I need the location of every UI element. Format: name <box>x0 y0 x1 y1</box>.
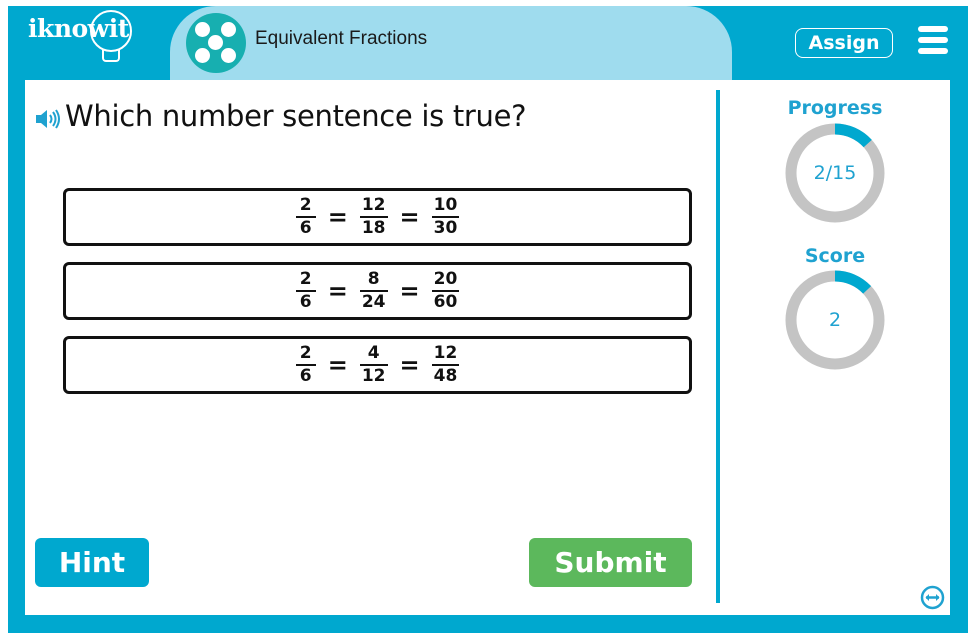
progress-value: 2/15 <box>813 162 857 184</box>
answer-option-3[interactable]: 26 = 4 12 = 12 48 <box>63 336 692 394</box>
equals-sign: = <box>327 351 348 379</box>
fraction: 10 30 <box>431 195 460 238</box>
lightbulb-base-icon <box>102 50 120 62</box>
five-dots-icon <box>186 13 246 73</box>
equals-sign: = <box>327 277 348 305</box>
fraction: 8 24 <box>359 269 388 312</box>
topic-title: Equivalent Fractions <box>255 28 428 49</box>
equals-sign: = <box>399 351 420 379</box>
number-sentence: 26 = 4 12 = 12 48 <box>295 343 460 386</box>
fraction: 12 18 <box>359 195 388 238</box>
expand-arrows-icon[interactable] <box>920 585 945 610</box>
fraction: 26 <box>295 196 316 238</box>
submit-button[interactable]: Submit <box>529 538 692 587</box>
fraction: 26 <box>295 344 316 386</box>
equals-sign: = <box>399 277 420 305</box>
score-value: 2 <box>828 309 842 331</box>
number-sentence: 26 = 8 24 = 20 60 <box>295 269 460 312</box>
lightbulb-icon <box>90 10 132 52</box>
hint-button[interactable]: Hint <box>35 538 149 587</box>
question-text: Which number sentence is true? <box>65 99 527 133</box>
progress-label: Progress <box>787 97 883 119</box>
speaker-icon[interactable] <box>35 108 61 130</box>
answer-option-1[interactable]: 26 = 12 18 = 10 30 <box>63 188 692 246</box>
fraction: 4 12 <box>359 343 388 386</box>
fraction: 20 60 <box>431 269 460 312</box>
score-label: Score <box>804 245 866 267</box>
equals-sign: = <box>327 203 348 231</box>
sidebar-divider <box>716 90 720 603</box>
equals-sign: = <box>399 203 420 231</box>
number-sentence: 26 = 12 18 = 10 30 <box>295 195 460 238</box>
fraction: 12 48 <box>431 343 460 386</box>
assign-button[interactable]: Assign <box>795 28 893 58</box>
fraction: 26 <box>295 270 316 312</box>
iknowit-logo[interactable]: iknowit <box>28 10 132 62</box>
answer-option-2[interactable]: 26 = 8 24 = 20 60 <box>63 262 692 320</box>
hamburger-menu-icon[interactable] <box>918 26 948 54</box>
